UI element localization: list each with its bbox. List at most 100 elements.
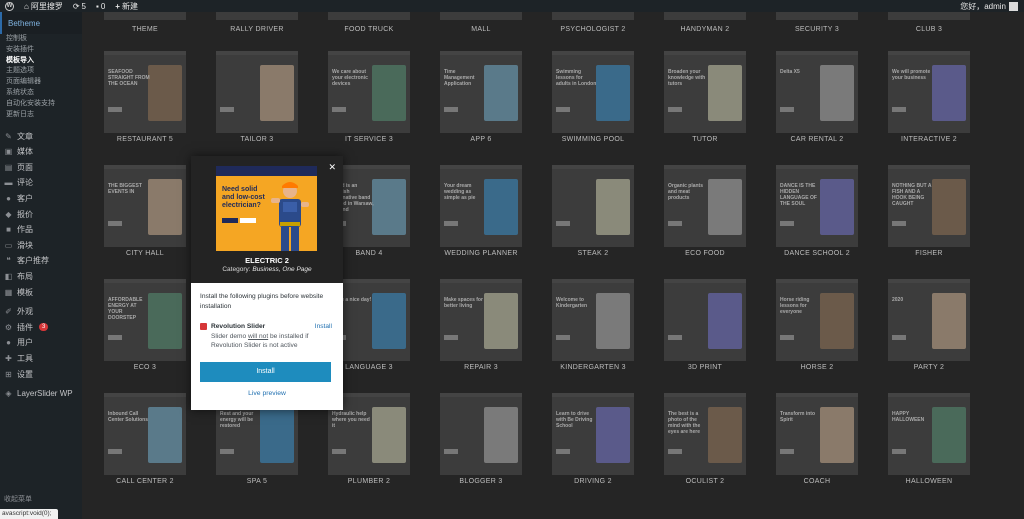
- updates-link[interactable]: ⟳ 5: [68, 0, 91, 12]
- template-thumbnail[interactable]: NOTHING BUT A FISH AND A HOOK BEING CAUG…: [888, 165, 970, 247]
- sidebar-item-media[interactable]: ▣ 媒体: [0, 144, 82, 160]
- template-thumbnail[interactable]: We care about your electronic devices: [328, 51, 410, 133]
- sidebar-item-betheme[interactable]: Betheme: [0, 12, 82, 34]
- template-thumbnail[interactable]: Organic plants and meat products: [664, 165, 746, 247]
- template-thumbnail[interactable]: Your dream wedding as simple as pie: [440, 165, 522, 247]
- wp-logo-menu[interactable]: W: [0, 0, 19, 12]
- template-thumbnail[interactable]: [776, 12, 858, 20]
- template-thumbnail[interactable]: [552, 165, 634, 247]
- sidebar-item-layouts[interactable]: ◧ 布局: [0, 269, 82, 285]
- template-thumbnail[interactable]: 2020: [888, 279, 970, 361]
- template-card[interactable]: Delta X5 CAR RENTAL 2: [776, 51, 886, 161]
- template-thumbnail[interactable]: Inbound Call Center Solutions: [104, 393, 186, 475]
- template-card[interactable]: Make spaces for better living REPAIR 3: [440, 279, 550, 389]
- template-card[interactable]: Swimming lessons for adults in London SWI…: [552, 51, 662, 161]
- live-preview-link[interactable]: Live preview: [191, 390, 343, 397]
- template-thumbnail[interactable]: The best is a photo of the mind with the…: [664, 393, 746, 475]
- template-thumbnail[interactable]: Learn to drive with Be Driving School: [552, 393, 634, 475]
- sidebar-item-layerslider[interactable]: ◈ LayerSlider WP: [0, 386, 82, 402]
- template-card[interactable]: Learn to drive with Be Driving School DRI…: [552, 393, 662, 503]
- sidebar-item-users[interactable]: ● 用户: [0, 335, 82, 351]
- submenu-item[interactable]: 控制板: [6, 34, 82, 45]
- thumb-caption: AFFORDABLE ENERGY AT YOUR DOORSTEP: [108, 297, 143, 321]
- install-button[interactable]: Install: [200, 362, 331, 382]
- template-card[interactable]: Transform into Spirit COACH: [776, 393, 886, 503]
- sidebar-item-plugins[interactable]: ⚙ 插件 3: [0, 320, 82, 336]
- template-thumbnail[interactable]: [104, 12, 186, 20]
- template-card[interactable]: 2020 PARTY 2: [888, 279, 998, 389]
- submenu-item[interactable]: 系统状态: [6, 88, 82, 99]
- submenu-item[interactable]: 主题选项: [6, 66, 82, 77]
- template-thumbnail[interactable]: [664, 12, 746, 20]
- sidebar-item-offers[interactable]: ◆ 报价: [0, 206, 82, 222]
- template-card[interactable]: HAPPY HALLOWEEN HALLOWEEN: [888, 393, 998, 503]
- new-content-link[interactable]: + 新建: [110, 0, 143, 12]
- template-card[interactable]: Organic plants and meat products ECO FOOD: [664, 165, 774, 275]
- sidebar-item-settings[interactable]: ⊞ 设置: [0, 366, 82, 382]
- template-card[interactable]: Broaden your knowledge with tutors TUTOR: [664, 51, 774, 161]
- sidebar-item-testimonials[interactable]: ❝ 客户推荐: [0, 253, 82, 269]
- template-thumbnail[interactable]: [328, 12, 410, 20]
- template-card[interactable]: Have a nice day! LANGUAGE 3: [328, 279, 438, 389]
- sidebar-item-comments[interactable]: ▬ 评论: [0, 175, 82, 191]
- template-thumbnail[interactable]: THE BIGGEST EVENTS IN: [104, 165, 186, 247]
- template-card[interactable]: Welcome to Kindergarten KINDERGARTEN 3: [552, 279, 662, 389]
- template-thumbnail[interactable]: [216, 51, 298, 133]
- my-account[interactable]: 您好，admin: [960, 0, 1018, 12]
- plugin-install-link[interactable]: Install: [315, 322, 332, 332]
- thumb-caption: HAPPY HALLOWEEN: [892, 411, 925, 423]
- template-card[interactable]: BLOGGER 3: [440, 393, 550, 503]
- sidebar-item-templates[interactable]: ▦ 模板: [0, 284, 82, 300]
- template-thumbnail[interactable]: [216, 12, 298, 20]
- template-card[interactable]: STEAK 2: [552, 165, 662, 275]
- collapse-menu[interactable]: 收起菜单: [4, 494, 32, 504]
- template-card[interactable]: We will promote your business INTERACTIVE…: [888, 51, 998, 161]
- sidebar-item-portfolio[interactable]: ■ 作品: [0, 222, 82, 238]
- template-card[interactable]: Time Management Application APP 6: [440, 51, 550, 161]
- template-card[interactable]: Band is an english alternative band base…: [328, 165, 438, 275]
- template-thumbnail[interactable]: Delta X5: [776, 51, 858, 133]
- template-card[interactable]: Horse riding lessons for everyone HORSE 2: [776, 279, 886, 389]
- template-thumbnail[interactable]: Broaden your knowledge with tutors: [664, 51, 746, 133]
- sidebar-item-tools[interactable]: ✚ 工具: [0, 351, 82, 367]
- submenu-item[interactable]: 更新日志: [6, 110, 82, 121]
- template-card[interactable]: Your dream wedding as simple as pie WEDDI…: [440, 165, 550, 275]
- template-thumbnail[interactable]: [552, 12, 634, 20]
- sidebar-item-pages[interactable]: ▤ 页面: [0, 160, 82, 176]
- submenu-item[interactable]: 页面编辑器: [6, 77, 82, 88]
- template-card[interactable]: SEAFOOD STRAIGHT FROM THE OCEAN RESTAURAN…: [104, 51, 214, 161]
- template-card[interactable]: DANCE IS THE HIDDEN LANGUAGE OF THE SOUL…: [776, 165, 886, 275]
- template-thumbnail[interactable]: Make spaces for better living: [440, 279, 522, 361]
- template-card[interactable]: We care about your electronic devices IT …: [328, 51, 438, 161]
- site-name-link[interactable]: ⌂ 阿里搜罗: [19, 0, 68, 12]
- sidebar-item-clients[interactable]: ● 客户: [0, 191, 82, 207]
- template-thumbnail[interactable]: Swimming lessons for adults in London: [552, 51, 634, 133]
- template-thumbnail[interactable]: HAPPY HALLOWEEN: [888, 393, 970, 475]
- template-card[interactable]: TAILOR 3: [216, 51, 326, 161]
- template-thumbnail[interactable]: We will promote your business: [888, 51, 970, 133]
- template-thumbnail[interactable]: [888, 12, 970, 20]
- template-thumbnail[interactable]: Transform into Spirit: [776, 393, 858, 475]
- template-thumbnail[interactable]: SEAFOOD STRAIGHT FROM THE OCEAN: [104, 51, 186, 133]
- template-label: STEAK 2: [577, 250, 609, 257]
- template-thumbnail[interactable]: [664, 279, 746, 361]
- sidebar-item-posts[interactable]: ✎ 文章: [0, 128, 82, 144]
- template-thumbnail[interactable]: DANCE IS THE HIDDEN LANGUAGE OF THE SOUL: [776, 165, 858, 247]
- template-thumbnail[interactable]: AFFORDABLE ENERGY AT YOUR DOORSTEP: [104, 279, 186, 361]
- submenu-item-current[interactable]: 模板导入: [6, 56, 82, 67]
- template-thumbnail[interactable]: Time Management Application: [440, 51, 522, 133]
- comments-link[interactable]: ▪ 0: [91, 0, 110, 12]
- close-icon[interactable]: ✕: [328, 163, 336, 172]
- template-card[interactable]: The best is a photo of the mind with the…: [664, 393, 774, 503]
- template-thumbnail[interactable]: Welcome to Kindergarten: [552, 279, 634, 361]
- sidebar-item-appearance[interactable]: ✐ 外观: [0, 304, 82, 320]
- template-thumbnail[interactable]: Horse riding lessons for everyone: [776, 279, 858, 361]
- template-card[interactable]: 3D PRINT: [664, 279, 774, 389]
- template-thumbnail[interactable]: [440, 12, 522, 20]
- template-card[interactable]: Hydraulic help where you need it PLUMBER …: [328, 393, 438, 503]
- submenu-item[interactable]: 自动化安装支持: [6, 99, 82, 110]
- template-card[interactable]: NOTHING BUT A FISH AND A HOOK BEING CAUG…: [888, 165, 998, 275]
- submenu-item[interactable]: 安装插件: [6, 45, 82, 56]
- sidebar-item-slider[interactable]: ▭ 滑块: [0, 238, 82, 254]
- template-thumbnail[interactable]: [440, 393, 522, 475]
